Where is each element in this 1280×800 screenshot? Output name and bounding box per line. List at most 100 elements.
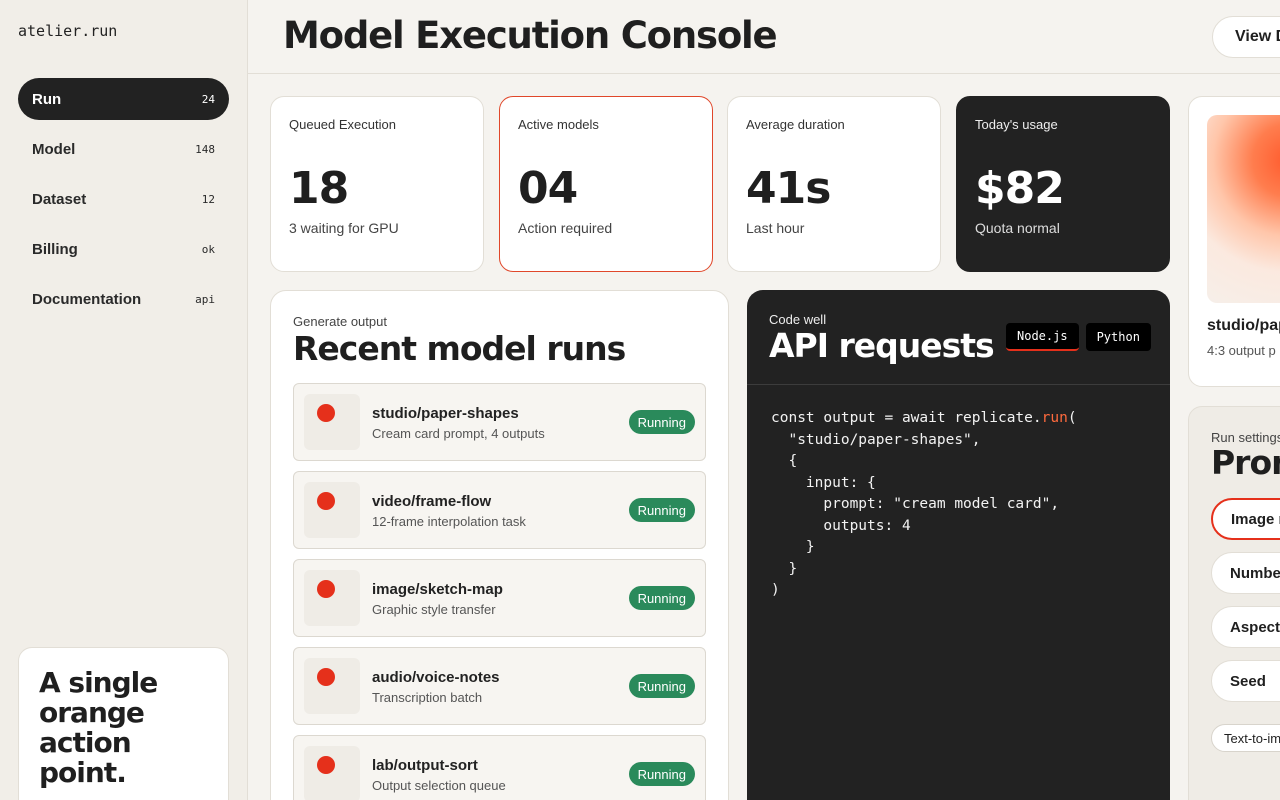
output-preview-card[interactable]: studio/pap 4:3 output p (1188, 96, 1280, 387)
stat-sub: 3 waiting for GPU (289, 220, 399, 236)
run-thumbnail (304, 394, 360, 450)
stat-card-usage: Today's usage $82 Quota normal (956, 96, 1170, 272)
run-name: lab/output-sort (372, 757, 478, 774)
stat-card-queued: Queued Execution 18 3 waiting for GPU (270, 96, 484, 272)
run-name: audio/voice-notes (372, 669, 500, 686)
tab-nodejs[interactable]: Node.js (1006, 323, 1079, 351)
sidebar-item-label: Billing (32, 240, 78, 258)
code-line: ) (771, 582, 780, 598)
promo-card: A single orange action point. (18, 647, 229, 800)
sidebar-item-label: Dataset (32, 190, 87, 208)
recent-runs-panel: Generate output Recent model runs studio… (270, 290, 729, 800)
runs-eyebrow: Generate output (293, 314, 387, 329)
code-line: outputs: 4 (771, 517, 911, 534)
stat-label: Queued Execution (289, 117, 396, 132)
sidebar-nav: Run 24 Model 148 Dataset 12 Billing ok D… (18, 78, 229, 328)
run-item[interactable]: image/sketch-map Graphic style transfer … (293, 559, 706, 637)
sidebar-item-label: Run (32, 90, 62, 108)
status-dot-icon (317, 404, 335, 422)
stat-value: 18 (289, 163, 349, 214)
preview-title: studio/pap (1207, 317, 1280, 334)
seed-field[interactable]: Seed (1211, 660, 1280, 702)
run-description: 12-frame interpolation task (372, 514, 526, 529)
sidebar-item-dataset[interactable]: Dataset 12 (18, 178, 229, 220)
code-block: const output = await replicate.run( "stu… (771, 408, 1077, 602)
sidebar-item-count: 24 (201, 92, 215, 106)
sidebar-item-model[interactable]: Model 148 (18, 128, 229, 170)
run-description: Cream card prompt, 4 outputs (372, 426, 545, 441)
task-chip[interactable]: Text-to-im (1211, 724, 1280, 752)
stat-card-active-models[interactable]: Active models 04 Action required (499, 96, 713, 272)
code-line: input: { (771, 474, 876, 491)
status-dot-icon (317, 668, 335, 686)
settings-title: Pron (1211, 443, 1280, 482)
code-function-name: run (1041, 410, 1068, 426)
code-eyebrow: Code well (769, 312, 827, 327)
status-dot-icon (317, 756, 335, 774)
tab-python[interactable]: Python (1085, 323, 1151, 351)
code-line: } (771, 539, 815, 555)
stat-sub: Quota normal (975, 220, 1060, 236)
run-description: Transcription batch (372, 690, 483, 705)
sidebar-item-label: Documentation (32, 290, 142, 308)
run-name: video/frame-flow (372, 493, 492, 510)
run-description: Graphic style transfer (372, 602, 496, 617)
code-text: const output = await replicate. (771, 410, 1042, 426)
code-line: { (771, 453, 798, 469)
code-title: API requests (769, 326, 995, 365)
page-title: Model Execution Console (283, 14, 778, 57)
run-thumbnail (304, 570, 360, 626)
code-line: } (771, 560, 798, 577)
sidebar-item-run[interactable]: Run 24 (18, 78, 229, 120)
run-list: studio/paper-shapes Cream card prompt, 4… (293, 383, 706, 800)
status-badge: Running (628, 674, 695, 698)
stat-label: Today's usage (975, 117, 1058, 132)
run-thumbnail (304, 482, 360, 538)
runs-title: Recent model runs (293, 329, 626, 368)
status-dot-icon (317, 580, 335, 598)
run-thumbnail (304, 658, 360, 714)
code-line: const output = await replicate.run( (771, 408, 1077, 430)
sidebar-item-billing[interactable]: Billing ok (18, 228, 229, 270)
run-thumbnail (304, 746, 360, 800)
stat-value: 41s (746, 163, 831, 214)
run-item[interactable]: studio/paper-shapes Cream card prompt, 4… (293, 383, 706, 461)
stat-sub: Last hour (746, 220, 805, 236)
run-name: image/sketch-map (372, 581, 503, 598)
aspect-field[interactable]: Aspect (1211, 606, 1280, 648)
language-tabs: Node.js Python (1006, 323, 1151, 351)
sidebar-item-label: Model (32, 140, 76, 158)
number-field[interactable]: Number (1211, 552, 1280, 594)
api-requests-panel: Code well API requests Node.js Python co… (747, 290, 1170, 800)
run-item[interactable]: lab/output-sort Output selection queue R… (293, 735, 706, 800)
stat-card-average-duration: Average duration 41s Last hour (727, 96, 941, 272)
run-item[interactable]: audio/voice-notes Transcription batch Ru… (293, 647, 706, 725)
run-item[interactable]: video/frame-flow 12-frame interpolation … (293, 471, 706, 549)
stat-sub: Action required (518, 220, 613, 236)
stat-label: Average duration (746, 117, 845, 132)
sidebar-item-count: ok (201, 242, 215, 256)
view-button[interactable]: View D (1212, 16, 1280, 58)
stat-value: $82 (975, 163, 1065, 214)
sidebar-item-documentation[interactable]: Documentation api (18, 278, 229, 320)
status-badge: Running (628, 410, 695, 434)
divider (747, 384, 1170, 385)
sidebar: atelier.run Run 24 Model 148 Dataset 12 … (0, 0, 248, 800)
code-text: ( (1067, 410, 1077, 426)
page-header: Model Execution Console View D (248, 0, 1280, 74)
preview-image (1207, 115, 1280, 303)
status-dot-icon (317, 492, 335, 510)
status-badge: Running (628, 498, 695, 522)
status-badge: Running (628, 586, 695, 610)
sidebar-item-count: 12 (201, 192, 215, 206)
stat-value: 04 (518, 163, 578, 214)
brand-logo[interactable]: atelier.run (18, 22, 117, 40)
sidebar-item-count: api (195, 292, 215, 306)
code-line: prompt: "cream model card", (771, 496, 1060, 512)
preview-subtitle: 4:3 output p (1207, 343, 1276, 358)
image-field[interactable]: Image r (1211, 498, 1280, 540)
run-settings-panel: Run settings Pron Image r Number Aspect … (1188, 406, 1280, 800)
code-line: "studio/paper-shapes", (771, 431, 981, 448)
promo-text: A single orange action point. (39, 666, 158, 789)
stat-label: Active models (518, 117, 599, 132)
